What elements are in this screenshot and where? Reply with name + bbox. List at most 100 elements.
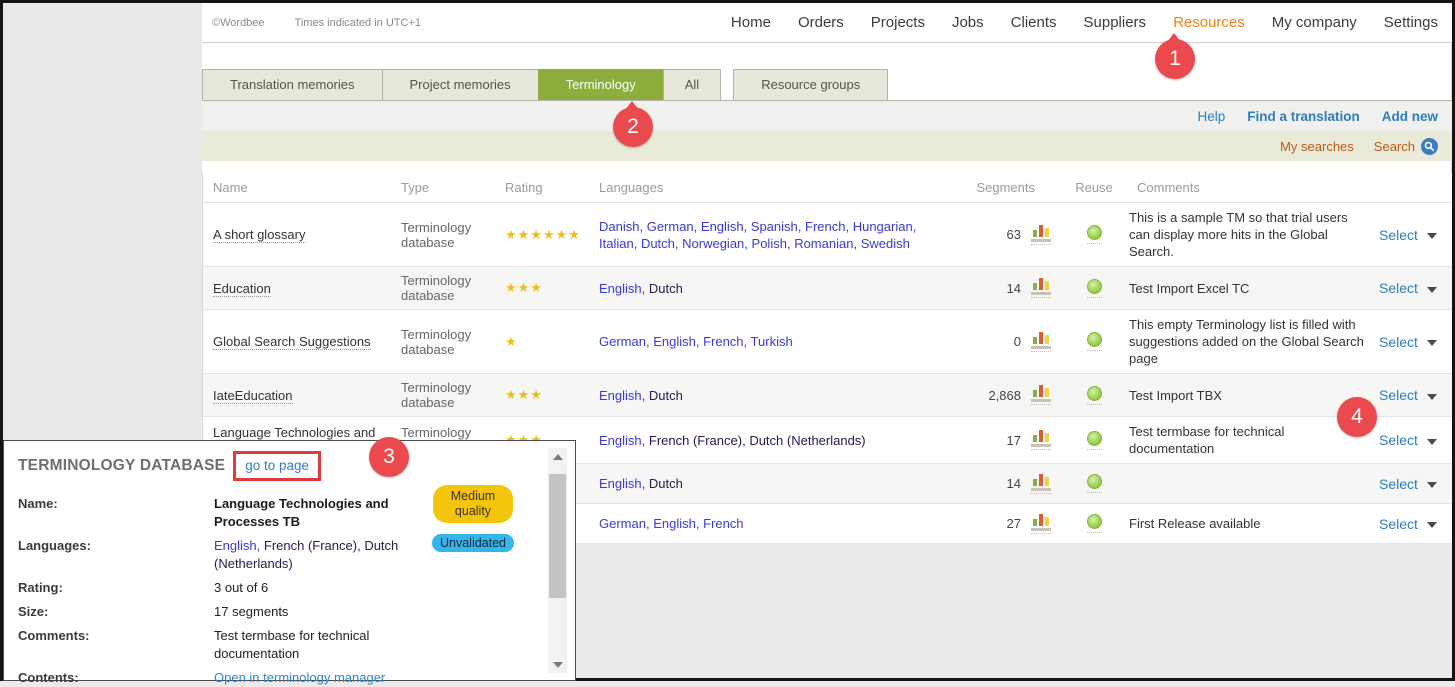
nav-item-clients[interactable]: Clients: [1011, 14, 1057, 31]
reuse-status-icon[interactable]: [1087, 332, 1102, 351]
segments-chart-icon[interactable]: [1031, 385, 1051, 405]
nav-item-my-company[interactable]: My company: [1272, 14, 1357, 31]
language-link[interactable]: Norwegian,: [682, 236, 748, 251]
tab-terminology[interactable]: Terminology: [538, 69, 664, 100]
segments-chart-icon[interactable]: [1031, 332, 1051, 352]
select-cell: Select: [1379, 432, 1453, 448]
find-translation-link[interactable]: Find a translation: [1247, 109, 1360, 124]
scrollbar-up-arrow-icon[interactable]: [548, 448, 567, 465]
select-dropdown[interactable]: Select: [1379, 387, 1418, 403]
language-link[interactable]: German,: [599, 516, 650, 531]
language-link[interactable]: German,: [599, 334, 650, 349]
nav-item-suppliers[interactable]: Suppliers: [1084, 14, 1147, 31]
search-icon[interactable]: [1421, 138, 1438, 155]
language-label: French (France),: [649, 433, 746, 448]
column-header-rating: Rating: [497, 180, 591, 195]
reuse-status-icon[interactable]: [1087, 225, 1102, 244]
segments-chart-icon[interactable]: [1031, 514, 1051, 534]
reuse-status-icon[interactable]: [1087, 514, 1102, 533]
reuse-cell: [1059, 386, 1129, 405]
go-to-page-link[interactable]: go to page: [245, 458, 309, 473]
tab-project-memories[interactable]: Project memories: [382, 69, 539, 100]
nav-item-home[interactable]: Home: [731, 14, 771, 31]
language-link[interactable]: English,: [599, 281, 645, 296]
language-link[interactable]: English,: [701, 219, 747, 234]
language-link[interactable]: German,: [647, 219, 698, 234]
language-link[interactable]: Turkish: [751, 334, 793, 349]
language-link[interactable]: Dutch,: [641, 236, 679, 251]
language-link[interactable]: French,: [703, 334, 747, 349]
resource-comments: This empty Terminology list is filled wi…: [1129, 316, 1379, 367]
tab-all[interactable]: All: [663, 69, 721, 100]
add-new-link[interactable]: Add new: [1382, 109, 1438, 124]
language-link[interactable]: English,: [653, 334, 699, 349]
reuse-cell: [1059, 514, 1129, 533]
language-link[interactable]: English,: [653, 516, 699, 531]
language-link[interactable]: Spanish,: [751, 219, 802, 234]
nav-item-jobs[interactable]: Jobs: [952, 14, 984, 31]
search-link[interactable]: Search: [1374, 138, 1438, 155]
select-cell: Select: [1379, 516, 1453, 532]
select-cell: Select: [1379, 387, 1453, 403]
select-dropdown[interactable]: Select: [1379, 476, 1418, 492]
green-dot-glyph: [1087, 386, 1102, 401]
reuse-status-icon[interactable]: [1087, 474, 1102, 493]
language-link[interactable]: English,: [599, 476, 645, 491]
language-link[interactable]: French,: [805, 219, 849, 234]
nav-item-settings[interactable]: Settings: [1384, 14, 1438, 31]
scrollbar-down-arrow-icon[interactable]: [548, 656, 567, 673]
tab-resource-groups[interactable]: Resource groups: [733, 69, 888, 100]
reuse-status-icon[interactable]: [1087, 279, 1102, 298]
resource-languages: English, Dutch: [591, 475, 957, 492]
scrollbar-thumb[interactable]: [549, 474, 566, 598]
language-label: French (France),: [264, 538, 361, 553]
language-label: Dutch: [649, 476, 683, 491]
language-link[interactable]: Polish,: [752, 236, 791, 251]
popup-scrollbar[interactable]: [548, 448, 567, 673]
resource-languages: German, English, French: [591, 515, 957, 532]
tab-translation-memories[interactable]: Translation memories: [202, 69, 383, 100]
resource-type: Terminology database: [393, 327, 497, 357]
help-link[interactable]: Help: [1197, 109, 1225, 124]
segments-chart-icon[interactable]: [1031, 225, 1051, 245]
popup-field-size: Size:17 segments: [18, 603, 561, 621]
open-terminology-manager-link[interactable]: Open in terminology manager: [214, 670, 385, 685]
bar-chart-glyph: [1031, 514, 1051, 531]
language-link[interactable]: English,: [214, 538, 260, 553]
language-link[interactable]: Swedish: [861, 236, 910, 251]
language-link[interactable]: Romanian,: [794, 236, 857, 251]
language-link[interactable]: English,: [599, 388, 645, 403]
reuse-status-icon[interactable]: [1087, 386, 1102, 405]
language-link[interactable]: Hungarian,: [853, 219, 917, 234]
top-bar: ©Wordbee Times indicated in UTC+1 HomeOr…: [202, 3, 1452, 43]
select-dropdown[interactable]: Select: [1379, 280, 1418, 296]
bar-chart-glyph: [1031, 430, 1051, 447]
my-searches-link[interactable]: My searches: [1280, 139, 1354, 154]
nav-item-resources[interactable]: Resources: [1173, 14, 1245, 31]
segments-chart-icon[interactable]: [1031, 474, 1051, 494]
segments-count: 14: [957, 281, 1023, 296]
language-link[interactable]: Italian,: [599, 236, 637, 251]
go-to-page-annotation-box: go to page: [233, 451, 321, 481]
table-row: IateEducationTerminology database★★★Engl…: [203, 374, 1452, 417]
reuse-status-icon[interactable]: [1087, 431, 1102, 450]
language-link[interactable]: French: [703, 516, 743, 531]
popup-field-rating: Rating:3 out of 6: [18, 579, 561, 597]
green-dot-glyph: [1087, 279, 1102, 294]
language-link[interactable]: English,: [599, 433, 645, 448]
reuse-cell: [1059, 431, 1129, 450]
select-dropdown[interactable]: Select: [1379, 227, 1418, 243]
select-dropdown[interactable]: Select: [1379, 432, 1418, 448]
segments-chart-icon[interactable]: [1031, 430, 1051, 450]
select-cell: Select: [1379, 334, 1453, 350]
select-dropdown[interactable]: Select: [1379, 516, 1418, 532]
green-dot-glyph: [1087, 474, 1102, 489]
chevron-down-icon: [1427, 233, 1437, 239]
segments-chart-cell: [1023, 474, 1059, 494]
select-dropdown[interactable]: Select: [1379, 334, 1418, 350]
segments-chart-icon[interactable]: [1031, 278, 1051, 298]
nav-item-orders[interactable]: Orders: [798, 14, 844, 31]
green-dot-glyph: [1087, 332, 1102, 347]
language-link[interactable]: Danish,: [599, 219, 643, 234]
nav-item-projects[interactable]: Projects: [871, 14, 925, 31]
